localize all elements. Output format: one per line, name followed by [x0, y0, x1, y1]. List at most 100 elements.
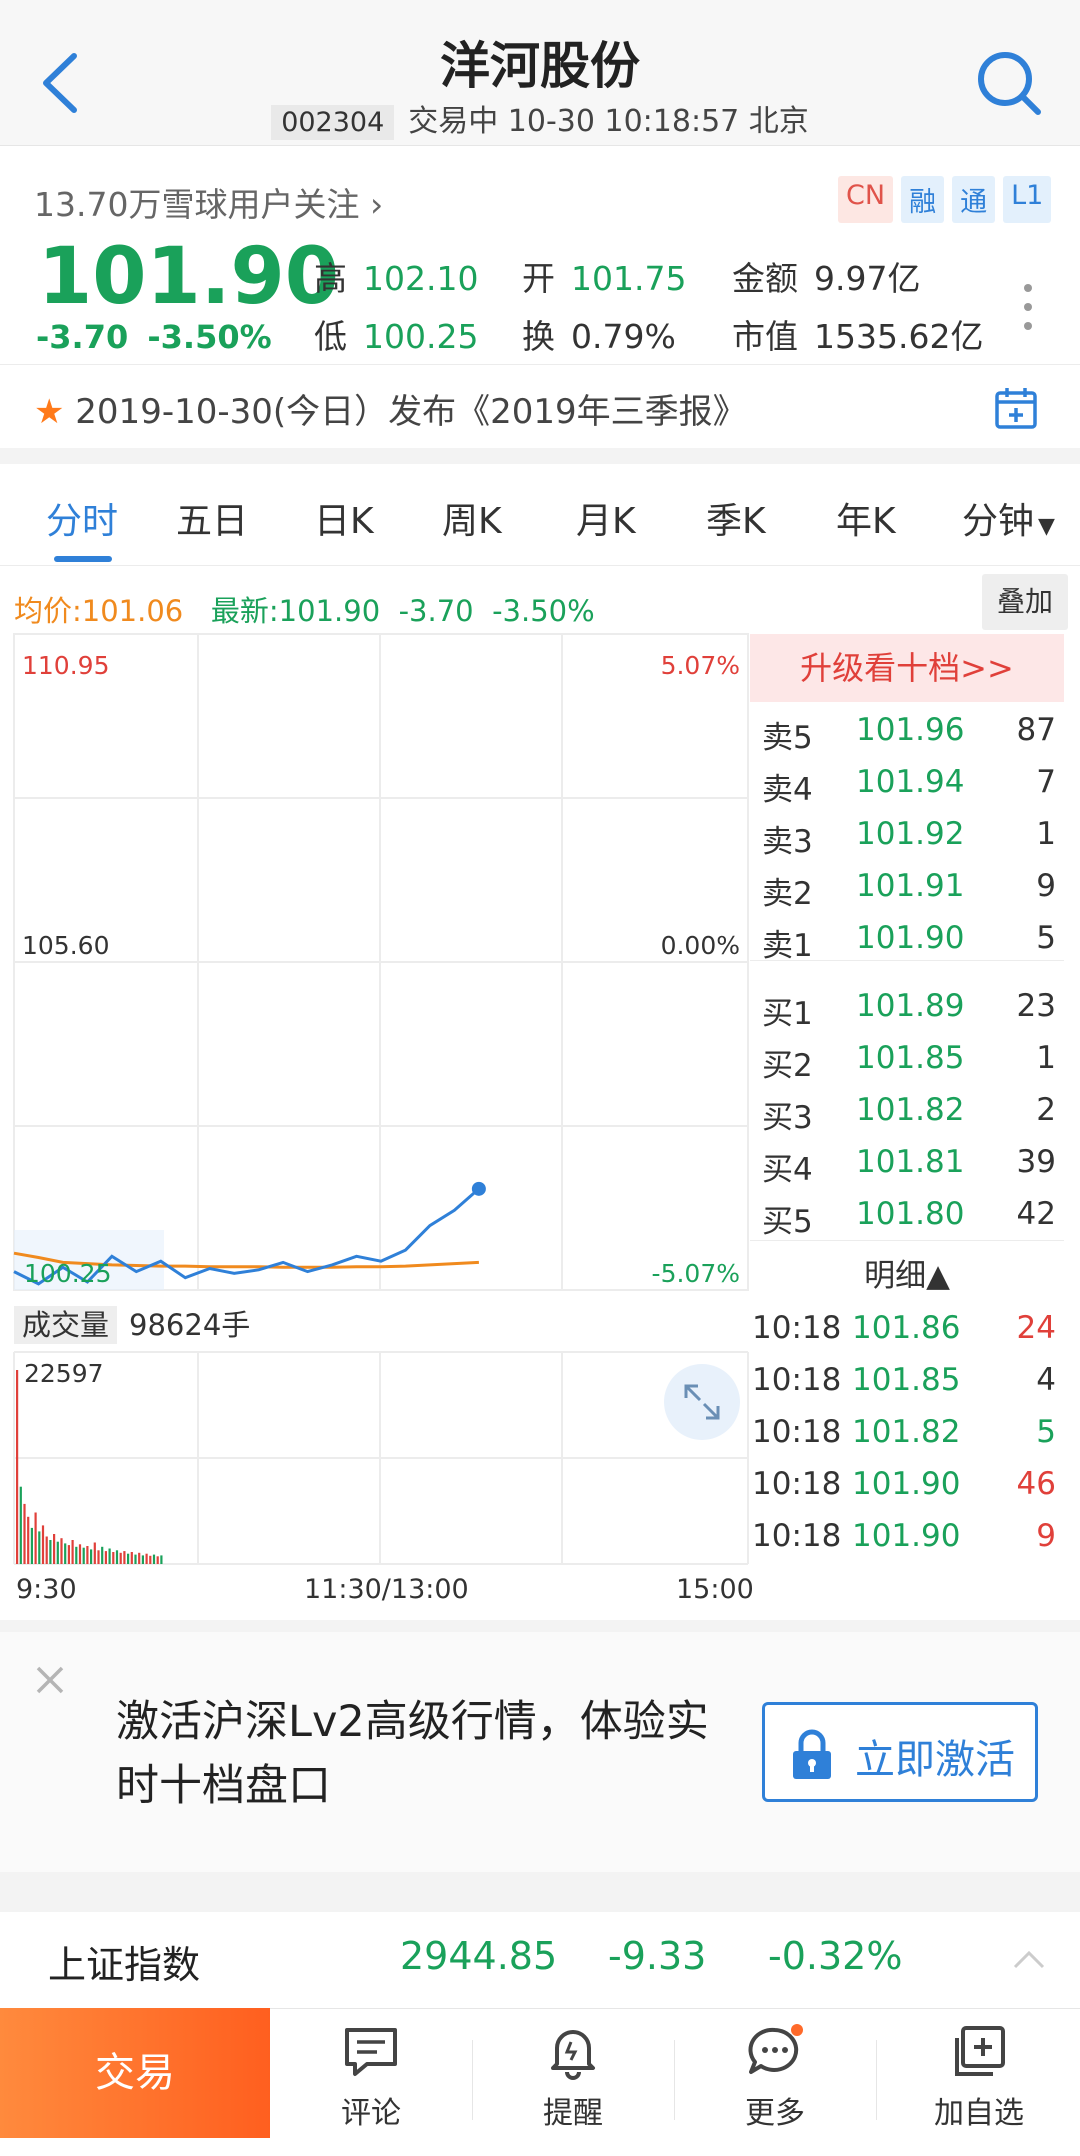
tab-yearly-k[interactable]: 年K	[836, 492, 896, 544]
trade-price: 101.85	[852, 1362, 961, 1398]
book-price: 101.89	[856, 988, 965, 1024]
volume-tag: 成交量	[14, 1306, 118, 1344]
volume-bar	[119, 1552, 122, 1564]
index-bar[interactable]: 上证指数 2944.85 -9.33 -0.32%	[0, 1912, 1080, 2008]
book-volume: 39	[1016, 1144, 1056, 1180]
volume-total: 98624手	[129, 1308, 251, 1342]
trading-status: 交易中 10-30 10:18:57 北京	[408, 104, 809, 139]
bell-icon	[551, 2030, 595, 2080]
tab-intraday[interactable]: 分时	[46, 492, 118, 544]
section-gap	[0, 448, 1080, 464]
star-icon: ★	[34, 392, 65, 432]
badge-connect: 通	[952, 176, 996, 223]
volume-max-label: 22597	[24, 1359, 104, 1388]
book-level-label: 卖3	[762, 824, 813, 860]
more-chat-icon	[748, 2024, 803, 2074]
expand-icon[interactable]	[664, 1364, 740, 1440]
tab-quarterly-k[interactable]: 季K	[706, 492, 766, 544]
book-price: 101.80	[856, 1196, 965, 1232]
book-level-label: 卖2	[762, 876, 813, 912]
volume-bar	[82, 1547, 85, 1564]
upgrade-depth-button[interactable]: 升级看十档>>	[750, 634, 1064, 702]
volume-bar	[60, 1538, 63, 1564]
trade-time: 10:18	[752, 1518, 842, 1554]
index-value: 2944.85	[400, 1934, 558, 1978]
volume-bar	[160, 1555, 163, 1564]
book-price: 101.96	[856, 712, 965, 748]
add-watchlist-icon	[955, 2026, 1005, 2076]
tab-five-day[interactable]: 五日	[176, 492, 248, 544]
tab-weekly-k[interactable]: 周K	[442, 492, 502, 544]
volume-bar	[49, 1540, 52, 1564]
section-gap	[0, 1620, 1080, 1632]
volume-bar	[30, 1527, 33, 1564]
volume-bar	[19, 1486, 22, 1564]
trade-volume: 5	[1036, 1414, 1056, 1450]
more-vertical-icon[interactable]	[1020, 282, 1036, 332]
activate-button-label: 立即激活	[855, 1737, 1015, 1783]
volume-bar	[56, 1541, 59, 1564]
tab-monthly-k[interactable]: 月K	[576, 492, 636, 544]
page-title: 洋河股份	[440, 37, 640, 95]
amount-stat: 金额 9.97亿	[732, 259, 921, 298]
nav-more[interactable]: 更多	[700, 2024, 850, 2134]
book-volume: 1	[1036, 1040, 1056, 1076]
dropdown-caret-icon: ▼	[1038, 514, 1055, 539]
volume-bar	[141, 1555, 144, 1564]
x-label-close: 15:00	[676, 1574, 754, 1605]
volume-bar	[86, 1546, 89, 1564]
volume-bar	[71, 1540, 74, 1564]
book-volume: 2	[1036, 1092, 1056, 1128]
book-level-label: 卖4	[762, 772, 813, 808]
nav-add-watchlist[interactable]: 加自选	[904, 2024, 1054, 2134]
nav-comment[interactable]: 评论	[296, 2024, 446, 2134]
overlay-button[interactable]: 叠加	[982, 574, 1068, 630]
book-divider	[750, 960, 1064, 961]
volume-bar	[134, 1554, 137, 1564]
notification-dot	[791, 2024, 803, 2036]
trade-detail-toggle[interactable]: 明细▲	[750, 1250, 1064, 1295]
volume-bar	[108, 1548, 111, 1564]
volume-bar	[90, 1549, 93, 1564]
book-level-label: 买2	[762, 1048, 813, 1084]
followers-link[interactable]: 13.70万雪球用户关注 ›	[34, 178, 383, 226]
book-volume: 7	[1036, 764, 1056, 800]
volume-bar	[27, 1516, 30, 1564]
tab-daily-k[interactable]: 日K	[314, 492, 374, 544]
volume-bar	[41, 1525, 45, 1564]
volume-header: 成交量 98624手	[14, 1302, 250, 1344]
calendar-add-icon[interactable]	[994, 386, 1038, 430]
pct-label-mid: 0.00%	[661, 931, 740, 960]
trade-button[interactable]: 交易	[0, 2008, 270, 2138]
book-price: 101.85	[856, 1040, 965, 1076]
badge-cn: CN	[838, 176, 894, 223]
volume-bar	[53, 1534, 56, 1564]
trade-price: 101.86	[852, 1310, 961, 1346]
book-volume: 9	[1036, 868, 1056, 904]
index-change: -9.33	[608, 1934, 707, 1978]
trade-price: 101.82	[852, 1414, 961, 1450]
volume-bar	[45, 1536, 48, 1564]
volume-bar	[123, 1551, 126, 1564]
search-icon[interactable]	[974, 48, 1044, 118]
chevron-up-icon[interactable]	[1012, 1948, 1046, 1970]
index-name: 上证指数	[48, 1943, 201, 1987]
bid-row: 买3 101.82 2	[762, 1092, 1056, 1144]
volume-bar	[101, 1546, 104, 1564]
high-stat: 高 102.10	[314, 259, 479, 298]
close-icon[interactable]	[30, 1660, 70, 1700]
intraday-chart[interactable]: 110.95 105.60 100.25 5.07% 0.00% -5.07% …	[0, 620, 750, 1620]
ask-row: 卖5 101.96 87	[762, 712, 1056, 764]
activate-button[interactable]: 立即激活	[762, 1702, 1038, 1802]
open-stat: 开 101.75	[522, 259, 687, 298]
event-notice[interactable]: ★ 2019-10-30(今日）发布《2019年三季报》	[34, 384, 747, 433]
book-level-label: 买3	[762, 1100, 813, 1136]
book-price: 101.94	[856, 764, 965, 800]
pct-label-bottom: -5.07%	[652, 1259, 740, 1288]
tab-minute[interactable]: 分钟 ▼	[962, 492, 1055, 544]
nav-alert[interactable]: 提醒	[498, 2024, 648, 2134]
book-level-label: 买4	[762, 1152, 813, 1188]
book-volume: 42	[1016, 1196, 1056, 1232]
price-label-top: 110.95	[22, 651, 109, 680]
volume-bar	[67, 1545, 70, 1564]
